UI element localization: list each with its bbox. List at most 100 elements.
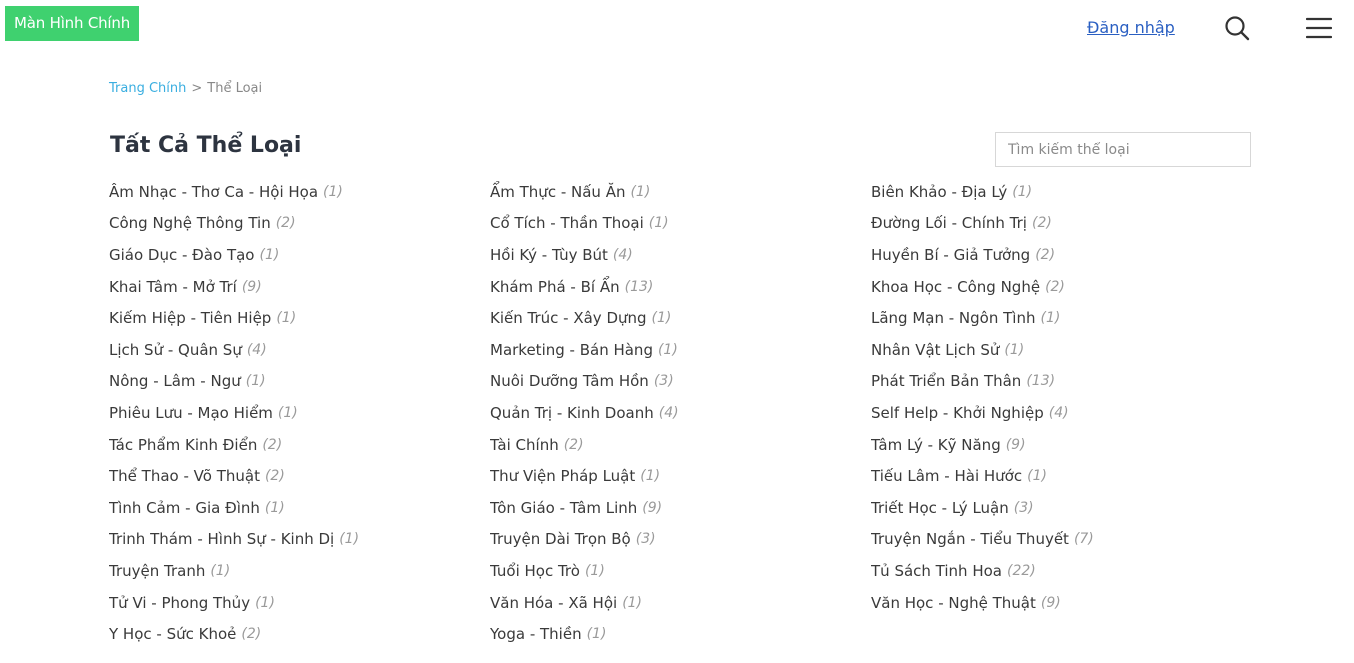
genre-link[interactable]: Đường Lối - Chính Trị (2) xyxy=(871,208,1254,240)
search-icon[interactable] xyxy=(1224,15,1250,41)
genre-count: (3) xyxy=(635,531,656,548)
genre-link[interactable]: Nông - Lâm - Ngư (1) xyxy=(109,366,490,398)
genre-count: (1) xyxy=(1012,183,1033,200)
genre-link[interactable]: Tác Phẩm Kinh Điển (2) xyxy=(109,429,490,461)
breadcrumb-separator: > xyxy=(191,81,203,96)
genre-name: Tâm Lý - Kỹ Năng xyxy=(871,435,1001,454)
genre-link[interactable]: Phiêu Lưu - Mạo Hiểm (1) xyxy=(109,397,490,429)
hamburger-menu-icon[interactable] xyxy=(1305,16,1333,40)
genre-count: (1) xyxy=(323,183,343,200)
genre-name: Truyện Ngắn - Tiểu Thuyết xyxy=(871,530,1069,549)
genre-list: Âm Nhạc - Thơ Ca - Hội Họa (1) Ẩm Thực - N… xyxy=(109,176,1254,650)
genre-count: (1) xyxy=(264,499,285,516)
genre-link[interactable]: Yoga - Thiền (1) xyxy=(490,618,871,650)
genre-link[interactable]: Marketing - Bán Hàng (1) xyxy=(490,334,871,366)
home-logo-button[interactable]: Màn Hình Chính xyxy=(5,6,139,41)
genre-link[interactable]: Truyện Tranh (1) xyxy=(109,555,490,587)
login-link[interactable]: Đăng nhập xyxy=(1087,18,1175,37)
genre-count: (1) xyxy=(339,531,360,548)
genre-link[interactable]: Huyền Bí - Giả Tưởng (2) xyxy=(871,239,1254,271)
genre-name: Âm Nhạc - Thơ Ca - Hội Họa xyxy=(109,182,319,201)
genre-name: Đường Lối - Chính Trị xyxy=(871,214,1027,233)
genre-link[interactable]: Quản Trị - Kinh Doanh (4) xyxy=(490,397,871,429)
genre-name: Nhân Vật Lịch Sử xyxy=(871,340,1000,359)
genre-link[interactable]: Truyện Ngắn - Tiểu Thuyết (7) xyxy=(871,524,1254,556)
genre-link[interactable]: Tôn Giáo - Tâm Linh (9) xyxy=(490,492,871,524)
genre-name: Y Học - Sức Khoẻ xyxy=(109,625,237,644)
genre-link[interactable]: Biên Khảo - Địa Lý (1) xyxy=(871,176,1254,208)
genre-link[interactable]: Self Help - Khởi Nghiệp (4) xyxy=(871,397,1254,429)
genre-count: (13) xyxy=(1026,373,1056,390)
genre-link[interactable]: Thể Thao - Võ Thuật (2) xyxy=(109,460,490,492)
genre-link[interactable]: Giáo Dục - Đào Tạo (1) xyxy=(109,239,490,271)
genre-count: (13) xyxy=(624,278,654,295)
genre-count: (9) xyxy=(1040,594,1061,611)
genre-name: Khoa Học - Công Nghệ xyxy=(871,277,1041,296)
genre-name: Khám Phá - Bí Ẩn xyxy=(490,277,620,296)
genre-link[interactable]: Nhân Vật Lịch Sử (1) xyxy=(871,334,1254,366)
genre-link[interactable]: Kiến Trúc - Xây Dựng (1) xyxy=(490,302,871,334)
genre-count: (1) xyxy=(630,183,651,200)
genre-link[interactable]: Tuổi Học Trò (1) xyxy=(490,555,871,587)
genre-name: Tiếu Lâm - Hài Hước xyxy=(871,467,1023,486)
genre-link[interactable]: Cổ Tích - Thần Thoại (1) xyxy=(490,208,871,240)
genre-link[interactable]: Phát Triển Bản Thân (13) xyxy=(871,366,1254,398)
genre-name: Kiếm Hiệp - Tiên Hiệp xyxy=(109,309,272,328)
genre-link[interactable]: Khai Tâm - Mở Trí (9) xyxy=(109,271,490,303)
genre-link[interactable]: Tình Cảm - Gia Đình (1) xyxy=(109,492,490,524)
genre-link[interactable]: Tử Vi - Phong Thủy (1) xyxy=(109,587,490,619)
genre-link[interactable]: Nuôi Dưỡng Tâm Hồn (3) xyxy=(490,366,871,398)
genre-link[interactable]: Công Nghệ Thông Tin (2) xyxy=(109,208,490,240)
genre-link[interactable]: Khám Phá - Bí Ẩn (13) xyxy=(490,271,871,303)
genre-link[interactable]: Thư Viện Pháp Luật (1) xyxy=(490,460,871,492)
genre-count: (1) xyxy=(1004,341,1025,358)
genre-name: Yoga - Thiền xyxy=(490,625,582,644)
genre-name: Truyện Dài Trọn Bộ xyxy=(490,530,631,549)
genre-count: (1) xyxy=(1027,468,1047,485)
genre-count: (2) xyxy=(241,626,262,643)
genre-link[interactable]: Tâm Lý - Kỹ Năng (9) xyxy=(871,429,1254,461)
genre-name: Văn Học - Nghệ Thuật xyxy=(871,593,1036,612)
top-header: Màn Hình Chính Đăng nhập xyxy=(0,0,1354,56)
genre-link[interactable]: Trinh Thám - Hình Sự - Kinh Dị (1) xyxy=(109,524,490,556)
genre-link[interactable]: Văn Học - Nghệ Thuật (9) xyxy=(871,587,1254,619)
genre-name: Phát Triển Bản Thân xyxy=(871,372,1022,391)
genre-name: Triết Học - Lý Luận xyxy=(871,498,1009,517)
genre-link[interactable]: Khoa Học - Công Nghệ (2) xyxy=(871,271,1254,303)
genre-name: Tuổi Học Trò xyxy=(490,561,580,580)
genre-link[interactable]: Tiếu Lâm - Hài Hước (1) xyxy=(871,460,1254,492)
breadcrumb-home-link[interactable]: Trang Chính xyxy=(109,81,186,96)
genre-count: (1) xyxy=(277,404,298,421)
genre-link[interactable]: Lãng Mạn - Ngôn Tình (1) xyxy=(871,302,1254,334)
genre-link[interactable]: Lịch Sử - Quân Sự (4) xyxy=(109,334,490,366)
genre-count: (9) xyxy=(1005,436,1026,453)
genre-link[interactable]: Văn Hóa - Xã Hội (1) xyxy=(490,587,871,619)
genre-name: Biên Khảo - Địa Lý xyxy=(871,182,1008,201)
genre-name: Nuôi Dưỡng Tâm Hồn xyxy=(490,372,649,391)
genre-link[interactable]: Kiếm Hiệp - Tiên Hiệp (1) xyxy=(109,302,490,334)
genre-name: Phiêu Lưu - Mạo Hiểm xyxy=(109,403,273,422)
genre-count: (2) xyxy=(262,436,283,453)
genre-link[interactable]: Hồi Ký - Tùy Bút (4) xyxy=(490,239,871,271)
genre-count: (1) xyxy=(259,246,280,263)
genre-name: Nông - Lâm - Ngư xyxy=(109,372,241,391)
genre-count: (1) xyxy=(210,562,231,579)
genre-link[interactable]: Tài Chính (2) xyxy=(490,429,871,461)
genre-name: Khai Tâm - Mở Trí xyxy=(109,277,237,296)
genre-name: Kiến Trúc - Xây Dựng xyxy=(490,309,647,328)
genre-link[interactable]: Triết Học - Lý Luận (3) xyxy=(871,492,1254,524)
genre-link[interactable]: Âm Nhạc - Thơ Ca - Hội Họa (1) xyxy=(109,176,490,208)
genre-search-input[interactable] xyxy=(995,132,1251,167)
genre-link[interactable]: Truyện Dài Trọn Bộ (3) xyxy=(490,524,871,556)
genre-link[interactable]: Tủ Sách Tinh Hoa (22) xyxy=(871,555,1254,587)
genre-name: Huyền Bí - Giả Tưởng xyxy=(871,245,1031,264)
genre-count: (1) xyxy=(255,594,275,611)
genre-count: (4) xyxy=(612,246,633,263)
genre-link[interactable]: Y Học - Sức Khoẻ (2) xyxy=(109,618,490,650)
genre-count: (1) xyxy=(1040,310,1061,327)
genre-count: (1) xyxy=(584,562,605,579)
genre-count: (2) xyxy=(1045,278,1065,295)
genre-link[interactable]: Ẩm Thực - Nấu Ăn (1) xyxy=(490,176,871,208)
genre-name: Marketing - Bán Hàng xyxy=(490,340,653,359)
genre-name: Ẩm Thực - Nấu Ăn xyxy=(490,182,626,201)
